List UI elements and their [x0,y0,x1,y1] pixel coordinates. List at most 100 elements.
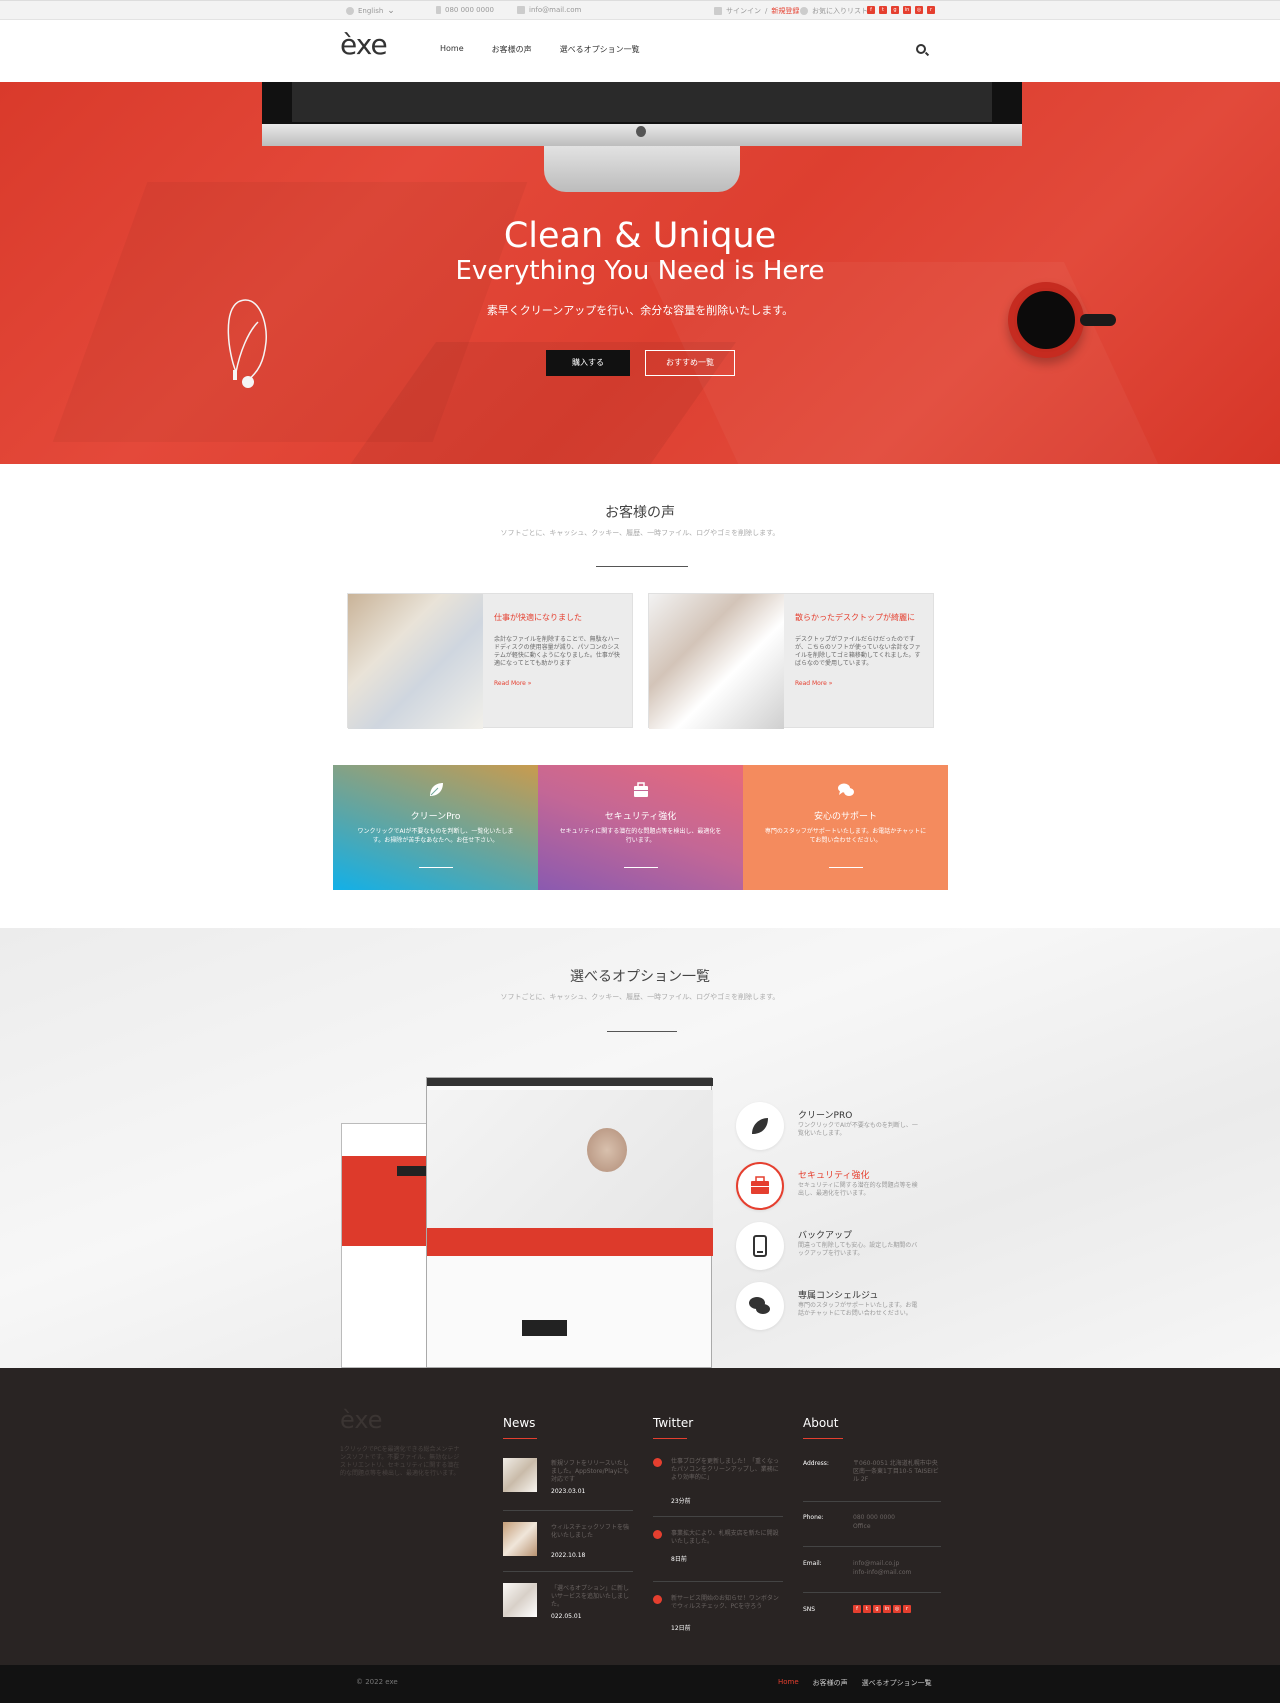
topbar-sns: f t g in ◎ r [867,6,935,14]
google-plus-icon[interactable]: g [891,6,899,14]
bottom-nav-home[interactable]: Home [778,1678,799,1688]
option-icon-circle [736,1222,784,1270]
facebook-icon[interactable]: f [867,6,875,14]
site-footer: èxe 1クリックでPCを最適化できる総合メンテナンスソフトです。不要ファイル、… [0,1368,1280,1665]
news-thumbnail [503,1583,537,1617]
option-icon-circle [736,1162,784,1210]
register-link[interactable]: 新規登録 [771,6,799,16]
footer-sns-icons: f t g in ◎ r [853,1605,939,1613]
tweet-text: 事業拡大により、札幌支店を新たに開設いたしました。 [671,1530,779,1545]
tweet-time: 23分前 [671,1498,691,1505]
heading-underline [803,1438,843,1439]
instagram-icon[interactable]: ◎ [893,1605,901,1613]
option-item[interactable]: セキュリティ強化 セキュリティに関する潜在的な問題点等を検出し、最適化を行います… [736,1162,936,1214]
feature-desc: 専門のスタッフがサポートいたします。お電話かチャットにてお問い合わせください。 [764,828,927,844]
chat-icon [749,1297,770,1314]
twitter-icon [653,1458,662,1467]
testimonial-card: 仕事が快適になりました 余計なファイルを削除することで、無駄なハードディスクの使… [347,593,633,729]
footer-about-text: 1クリックでPCを最適化できる総合メンテナンスソフトです。不要ファイル、無効なレ… [340,1446,460,1477]
monitor-stand [544,146,740,192]
bottom-nav-testimonials[interactable]: お客様の声 [813,1678,848,1688]
nav-testimonials[interactable]: お客様の声 [492,44,532,55]
twitter-heading: Twitter [653,1416,694,1430]
section-divider [607,1031,677,1032]
rss-icon[interactable]: r [927,6,935,14]
bottom-bar: © 2022 exe Home お客様の声 選べるオプション一覧 [0,1665,1280,1703]
option-item[interactable]: バックアップ 間違って削除しても安心。設定した期間のバックアップを行います。 [736,1222,936,1274]
linkedin-icon[interactable]: in [883,1605,891,1613]
recommend-button[interactable]: おすすめ一覧 [645,350,735,376]
option-desc: 間違って削除しても安心。設定した期間のバックアップを行います。 [798,1242,918,1257]
nav-options[interactable]: 選べるオプション一覧 [560,44,640,55]
phone-sub: Office [853,1523,871,1530]
footer-divider [503,1510,633,1511]
rss-icon[interactable]: r [903,1605,911,1613]
briefcase-icon [633,782,648,797]
facebook-icon[interactable]: f [853,1605,861,1613]
footer-divider [503,1571,633,1572]
hero-title: Clean & Unique [503,216,777,256]
tweet-time: 8日前 [671,1556,687,1563]
copyright: © 2022 exe [356,1678,398,1686]
news-item[interactable]: 「選べるオプション」に新しいサービスを追加いたしました。 022.05.01 [503,1583,633,1643]
topbar-email-text: info@mail.com [529,6,582,14]
mockup-red-band [427,1228,713,1256]
option-title: セキュリティ強化 [798,1171,870,1181]
read-more-link[interactable]: Read More » [494,680,531,687]
topbar-phone: 080 000 0000 [436,6,494,14]
option-item[interactable]: 専属コンシェルジュ 専門のスタッフがサポートいたします。お電話かチャットにてお問… [736,1282,936,1334]
google-plus-icon[interactable]: g [873,1605,881,1613]
footer-divider [653,1581,783,1582]
option-title: クリーンPRO [798,1111,853,1121]
news-text: 新規ソフトをリリースいたしました。AppStore/Playにも対応です [551,1460,630,1483]
nav-home[interactable]: Home [440,44,464,55]
news-thumbnail [503,1458,537,1492]
topbar-email[interactable]: info@mail.com [517,6,581,14]
topbar-account: サインイン / 新規登録 [714,6,799,16]
linkedin-icon[interactable]: in [903,6,911,14]
news-date: 022.05.01 [551,1613,582,1620]
option-item[interactable]: クリーンPRO ワンクリックでAIが不要なものを判断し、一覧化いたします。 [736,1102,936,1154]
news-item[interactable]: 新規ソフトをリリースいたしました。AppStore/Playにも対応です 202… [503,1458,633,1518]
section-divider [596,566,688,567]
footer-divider [803,1592,941,1593]
bottom-nav-options[interactable]: 選べるオプション一覧 [862,1678,932,1688]
topbar-wishlist[interactable]: お気に入りリスト [800,6,868,16]
topbar-phone-text: 080 000 0000 [445,6,494,14]
email-value[interactable]: info-info@mail.com [853,1569,939,1577]
divider-slash: / [765,7,768,15]
heart-icon [800,7,808,15]
apple-logo-icon [636,126,646,137]
feature-title: クリーンPro [410,812,461,822]
site-logo[interactable]: èxe [340,28,388,61]
read-more-link[interactable]: Read More » [795,680,832,687]
testimonial-card: 散らかったデスクトップが綺麗に デスクトップがファイルだらけだったのですが、こち… [648,593,934,729]
testimonial-photo [348,594,483,729]
email-label: Email: [803,1560,822,1567]
instagram-icon[interactable]: ◎ [915,6,923,14]
feature-divider [623,867,658,868]
footer-divider [803,1501,941,1502]
tablet-mockup-image [341,1123,432,1368]
sns-label: SNS [803,1606,816,1613]
news-item[interactable]: ウィルスチェックソフトを強化いたしました 2022.10.18 [503,1522,633,1582]
news-date: 2023.03.01 [551,1488,586,1495]
monitor-screen [292,82,992,122]
testimonial-title: 仕事が快適になりました [494,613,582,622]
option-icon-circle [736,1282,784,1330]
options-subtitle: ソフトごとに、キャッシュ、クッキー、履歴、一時ファイル、ログやゴミを削除します。 [500,993,780,1001]
twitter-icon [653,1595,662,1604]
option-icon-circle [736,1102,784,1150]
twitter-icon[interactable]: t [879,6,887,14]
signin-link[interactable]: サインイン [726,6,761,16]
feature-divider [418,867,453,868]
twitter-icon[interactable]: t [863,1605,871,1613]
feature-title: 安心のサポート [813,812,877,822]
search-icon[interactable] [916,44,926,54]
phone-label: Phone: [803,1514,824,1521]
signin-icon [714,7,722,15]
language-selector[interactable]: English ⌄ [346,6,395,16]
email-value[interactable]: info@mail.co.jp [853,1560,939,1568]
buy-button[interactable]: 購入する [546,350,630,376]
tweet-time: 12日前 [671,1625,691,1632]
